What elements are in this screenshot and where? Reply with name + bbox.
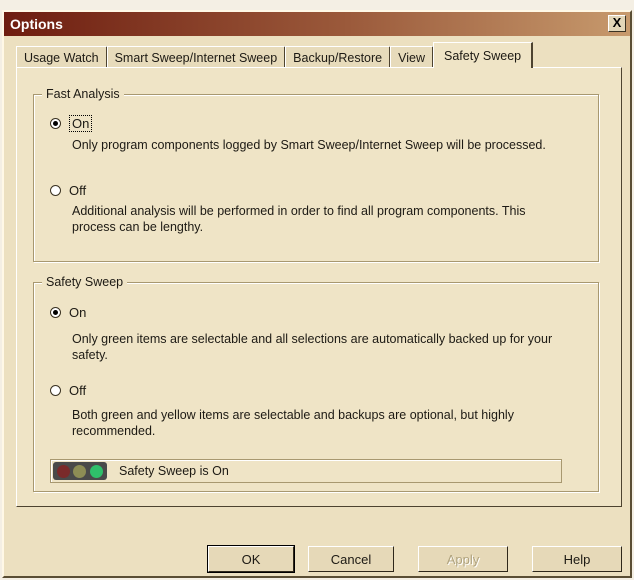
safety-sweep-title: Safety Sweep: [42, 275, 128, 289]
fast-analysis-off-description: Additional analysis will be performed in…: [72, 204, 526, 234]
ok-button[interactable]: OK: [207, 545, 295, 573]
tab-panel: Fast Analysis On Only program components…: [16, 67, 622, 507]
tab-smart-sweep[interactable]: Smart Sweep/Internet Sweep: [106, 46, 287, 68]
options-dialog: Options X Usage Watch Smart Sweep/Intern…: [2, 10, 632, 578]
apply-button[interactable]: Apply: [418, 546, 508, 572]
safety-sweep-on-radio[interactable]: On: [50, 305, 86, 320]
fast-analysis-off-radio[interactable]: Off: [50, 183, 86, 198]
green-light-icon: [90, 464, 104, 478]
safety-sweep-status-text: Safety Sweep is On: [119, 464, 229, 478]
tab-view[interactable]: View: [390, 46, 434, 68]
tab-usage-watch[interactable]: Usage Watch: [16, 46, 108, 68]
safety-sweep-status-bar: Safety Sweep is On: [50, 459, 562, 483]
fast-analysis-on-description: Only program components logged by Smart …: [72, 138, 546, 152]
tab-safety-sweep[interactable]: Safety Sweep: [432, 42, 534, 68]
fast-analysis-on-radio[interactable]: On: [50, 115, 93, 132]
fast-analysis-title: Fast Analysis: [42, 87, 124, 101]
traffic-light-icon: [53, 462, 107, 480]
red-light-icon: [56, 464, 70, 478]
radio-selected-icon: [50, 118, 61, 129]
title-bar[interactable]: Options X: [4, 12, 630, 36]
tab-backup-restore[interactable]: Backup/Restore: [285, 46, 392, 68]
fast-analysis-off-label: Off: [69, 183, 87, 198]
tab-strip: Usage Watch Smart Sweep/Internet Sweep B…: [16, 42, 534, 68]
safety-sweep-on-label: On: [69, 305, 87, 320]
close-button[interactable]: X: [608, 15, 626, 32]
window-title: Options: [10, 16, 63, 32]
safety-sweep-on-description: Only green items are selectable and all …: [72, 332, 553, 362]
fast-analysis-group: Fast Analysis On Only program components…: [33, 87, 599, 262]
safety-sweep-off-label: Off: [69, 383, 87, 398]
help-button[interactable]: Help: [532, 546, 622, 572]
radio-unselected-icon: [50, 385, 61, 396]
cancel-button[interactable]: Cancel: [308, 546, 394, 572]
radio-selected-icon: [50, 307, 61, 318]
safety-sweep-group: Safety Sweep On Only green items are sel…: [33, 275, 599, 492]
yellow-light-icon: [73, 464, 87, 478]
safety-sweep-off-radio[interactable]: Off: [50, 383, 86, 398]
safety-sweep-off-description: Both green and yellow items are selectab…: [72, 408, 514, 438]
fast-analysis-on-label: On: [69, 115, 93, 132]
radio-unselected-icon: [50, 185, 61, 196]
